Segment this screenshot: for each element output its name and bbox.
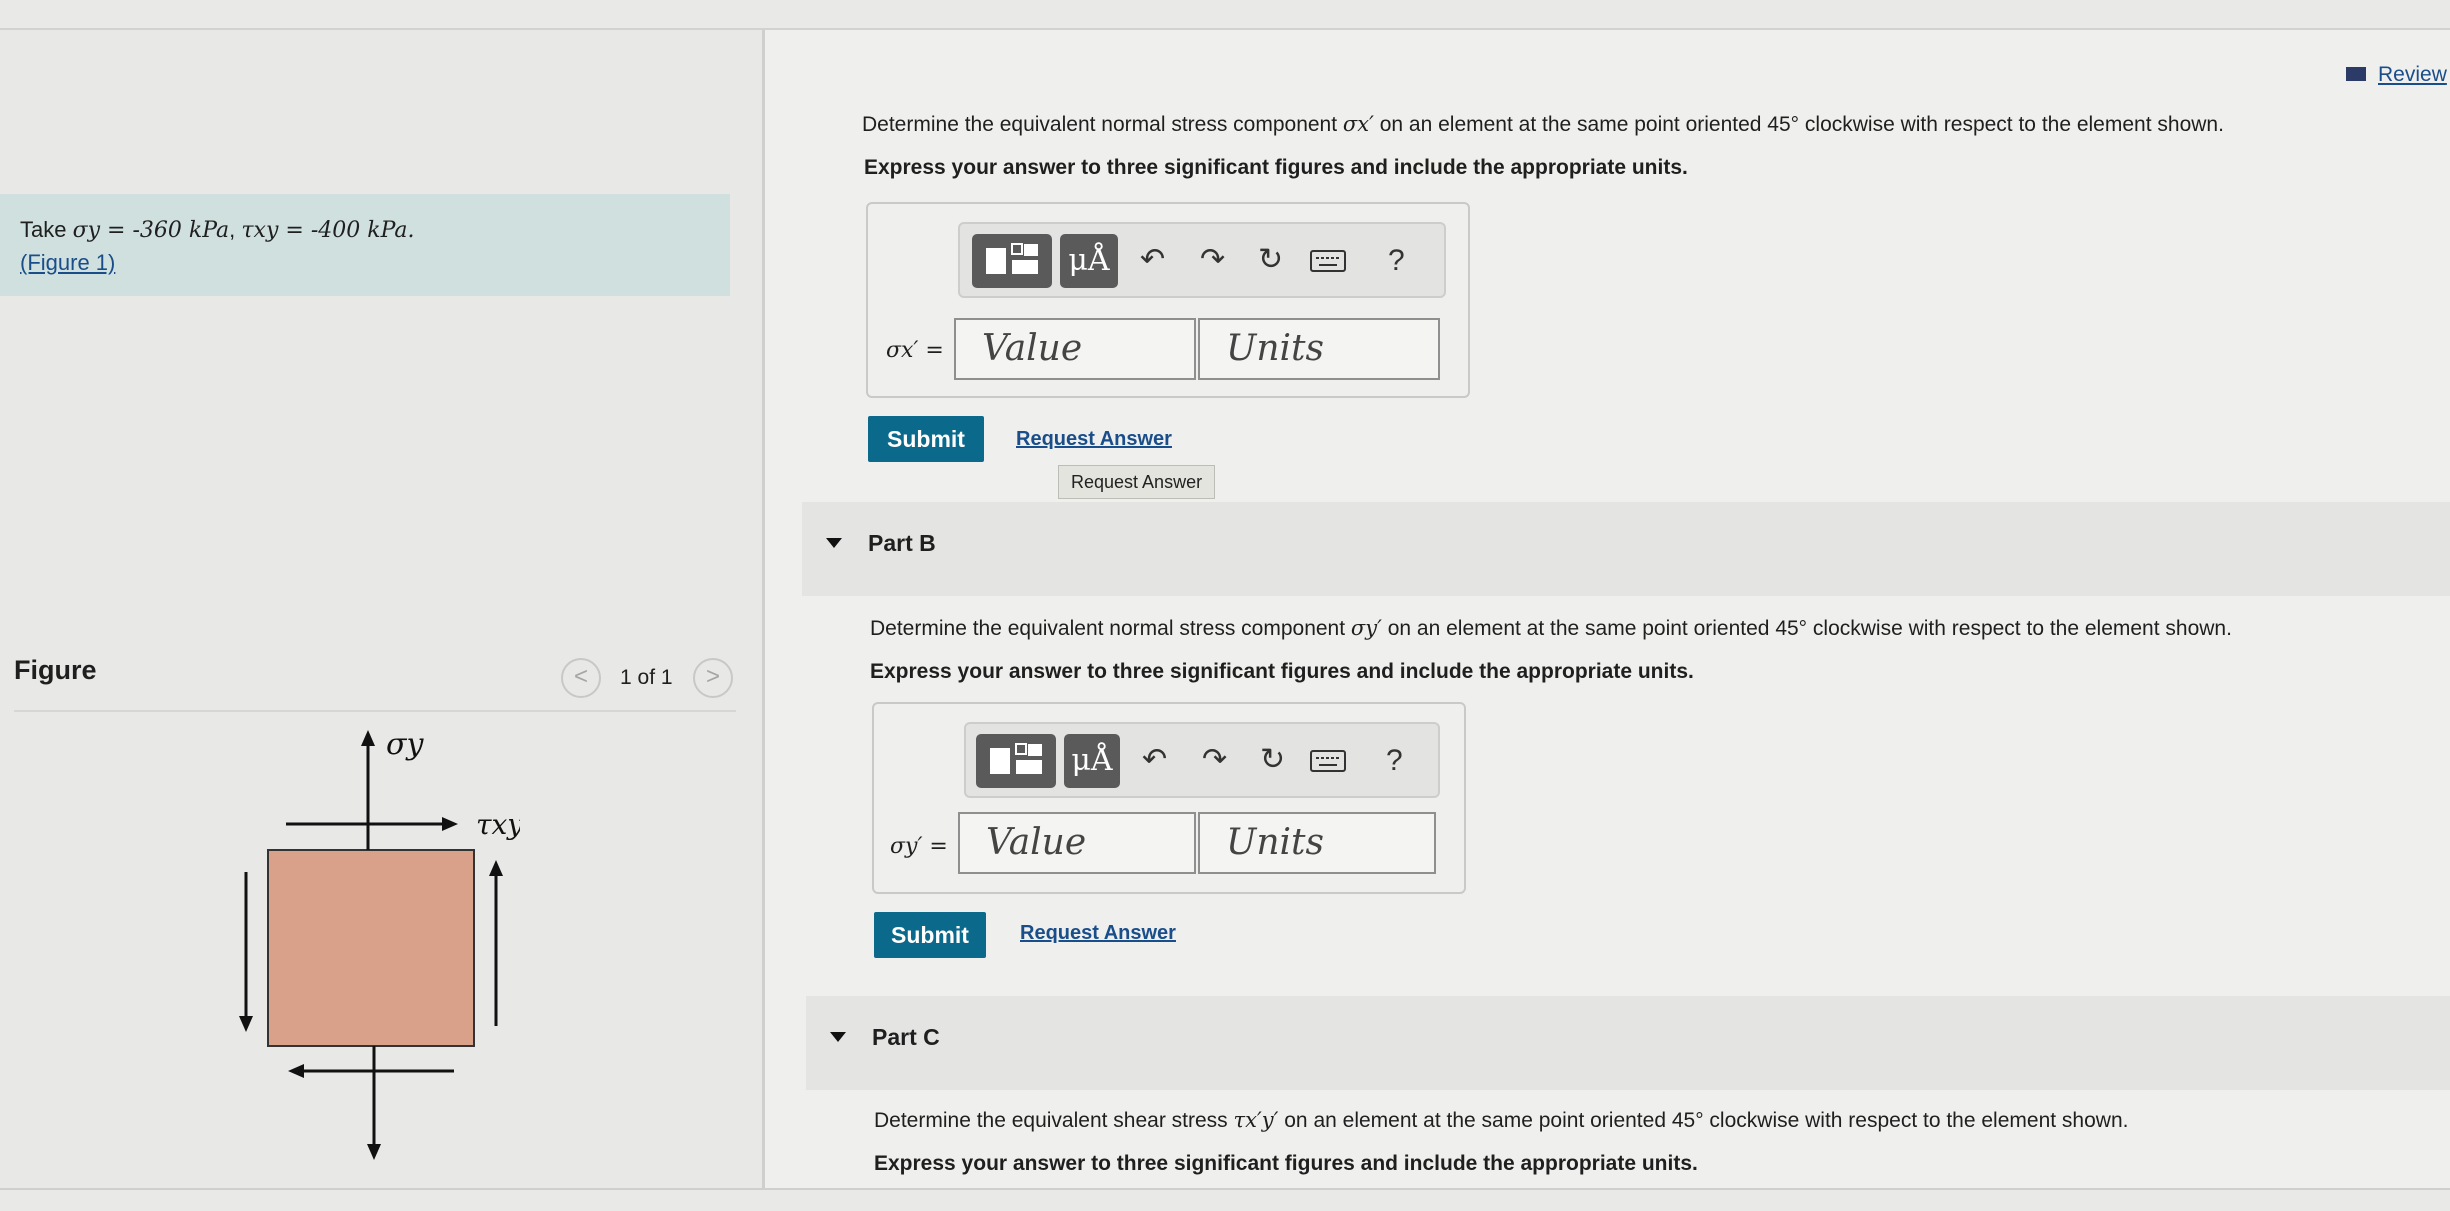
part-c-symbol: τx′y′	[1233, 1108, 1279, 1132]
book-icon	[2346, 67, 2366, 81]
part-b-header[interactable]: Part B	[802, 502, 2450, 596]
figure-divider	[14, 710, 736, 712]
given-tau-xy: τxy = -400 kPa.	[241, 218, 415, 243]
part-c-title: Part C	[872, 1024, 940, 1050]
tau-right-arrowhead	[489, 860, 503, 876]
review-link[interactable]: Review	[2378, 63, 2447, 87]
part-b-collapse-icon[interactable]	[826, 538, 842, 548]
undo-icon[interactable]: ↶	[1142, 742, 1167, 777]
given-values-box: Take σy = -360 kPa, τxy = -400 kPa. (Fig…	[0, 194, 730, 296]
templates-icon	[990, 743, 1042, 774]
part-b-units-input[interactable]: Units	[1198, 812, 1436, 874]
templates-button[interactable]	[972, 234, 1052, 288]
part-a-toolbar: μÅ ↶ ↷ ↻ ?	[958, 222, 1446, 298]
units-button[interactable]: μÅ	[1060, 234, 1118, 288]
tau-top-arrowhead	[442, 817, 458, 831]
figure-prev-button[interactable]: <	[561, 658, 601, 698]
help-icon[interactable]: ?	[1386, 744, 1403, 778]
part-b-value-input[interactable]: Value	[958, 812, 1196, 874]
keyboard-icon[interactable]	[1310, 250, 1346, 272]
part-c-header[interactable]: Part C	[806, 996, 2450, 1090]
part-b-submit-button[interactable]: Submit	[874, 912, 986, 958]
part-a-prompt-post: on an element at the same point oriented…	[1379, 113, 2224, 136]
redo-icon[interactable]: ↷	[1202, 742, 1227, 777]
figure-1-link[interactable]: (Figure 1)	[20, 250, 115, 275]
tau-xy-label: τxy	[476, 808, 520, 841]
tau-left-arrowhead	[239, 1016, 253, 1032]
stress-element-figure: σy τxy	[239, 727, 520, 1160]
part-b-toolbar: μÅ ↶ ↷ ↻ ?	[964, 722, 1440, 798]
part-b-prompt-post: on an element at the same point oriented…	[1387, 617, 2232, 640]
reset-icon[interactable]: ↻	[1260, 742, 1285, 777]
sigma-y-bottom-arrowhead	[367, 1144, 381, 1160]
given-line: Take σy = -360 kPa, τxy = -400 kPa.	[20, 217, 415, 243]
redo-icon[interactable]: ↷	[1200, 242, 1225, 277]
part-a-variable-label: σx′ =	[886, 338, 944, 363]
part-a-symbol: σx′	[1342, 112, 1374, 136]
part-b-instruction: Express your answer to three significant…	[870, 660, 1694, 683]
templates-button[interactable]	[976, 734, 1056, 788]
page: Take σy = -360 kPa, τxy = -400 kPa. (Fig…	[0, 0, 2450, 1211]
part-a-prompt-pre: Determine the equivalent normal stress c…	[862, 113, 1338, 136]
part-a-answer-box: μÅ ↶ ↷ ↻ ? σx′ = Value Units	[866, 202, 1470, 398]
bottom-divider	[0, 1188, 2450, 1190]
part-b-title: Part B	[868, 530, 936, 556]
part-a-prompt: Determine the equivalent normal stress c…	[862, 112, 2224, 137]
given-sigma-y: σy = -360 kPa	[72, 218, 230, 243]
figure-next-button[interactable]: >	[693, 658, 733, 698]
reset-icon[interactable]: ↻	[1258, 242, 1283, 277]
tau-bottom-arrowhead	[288, 1064, 304, 1078]
part-a-value-input[interactable]: Value	[954, 318, 1196, 380]
figure-heading: Figure	[14, 655, 97, 685]
part-a-units-input[interactable]: Units	[1198, 318, 1440, 380]
sigma-y-top-arrowhead	[361, 730, 375, 746]
part-b-symbol: σy′	[1350, 616, 1382, 640]
part-c-prompt: Determine the equivalent shear stress τx…	[874, 1108, 2128, 1133]
part-b-answer-box: μÅ ↶ ↷ ↻ ? σy′ = Value Units	[872, 702, 1466, 894]
part-b-prompt: Determine the equivalent normal stress c…	[870, 616, 2232, 641]
part-a-instruction: Express your answer to three significant…	[864, 156, 1688, 179]
templates-icon	[986, 243, 1038, 274]
part-c-collapse-icon[interactable]	[830, 1032, 846, 1042]
part-a-submit-button[interactable]: Submit	[868, 416, 984, 462]
part-c-prompt-pre: Determine the equivalent shear stress	[874, 1109, 1228, 1132]
request-answer-tooltip: Request Answer	[1058, 465, 1216, 499]
part-c-prompt-post: on an element at the same point oriented…	[1284, 1109, 2129, 1132]
part-c-instruction: Express your answer to three significant…	[874, 1152, 1698, 1175]
sigma-y-label: σy	[386, 727, 424, 762]
figure-count: 1 of 1	[620, 666, 673, 689]
part-b-prompt-pre: Determine the equivalent normal stress c…	[870, 617, 1346, 640]
help-icon[interactable]: ?	[1388, 244, 1405, 278]
given-take-label: Take	[20, 217, 67, 242]
units-button[interactable]: μÅ	[1064, 734, 1120, 788]
undo-icon[interactable]: ↶	[1140, 242, 1165, 277]
stress-element-square	[267, 849, 475, 1047]
part-b-variable-label: σy′ =	[890, 834, 948, 859]
part-a-request-answer-link[interactable]: Request Answer	[1016, 428, 1172, 451]
part-b-request-answer-link[interactable]: Request Answer	[1020, 922, 1176, 945]
keyboard-icon[interactable]	[1310, 750, 1346, 772]
